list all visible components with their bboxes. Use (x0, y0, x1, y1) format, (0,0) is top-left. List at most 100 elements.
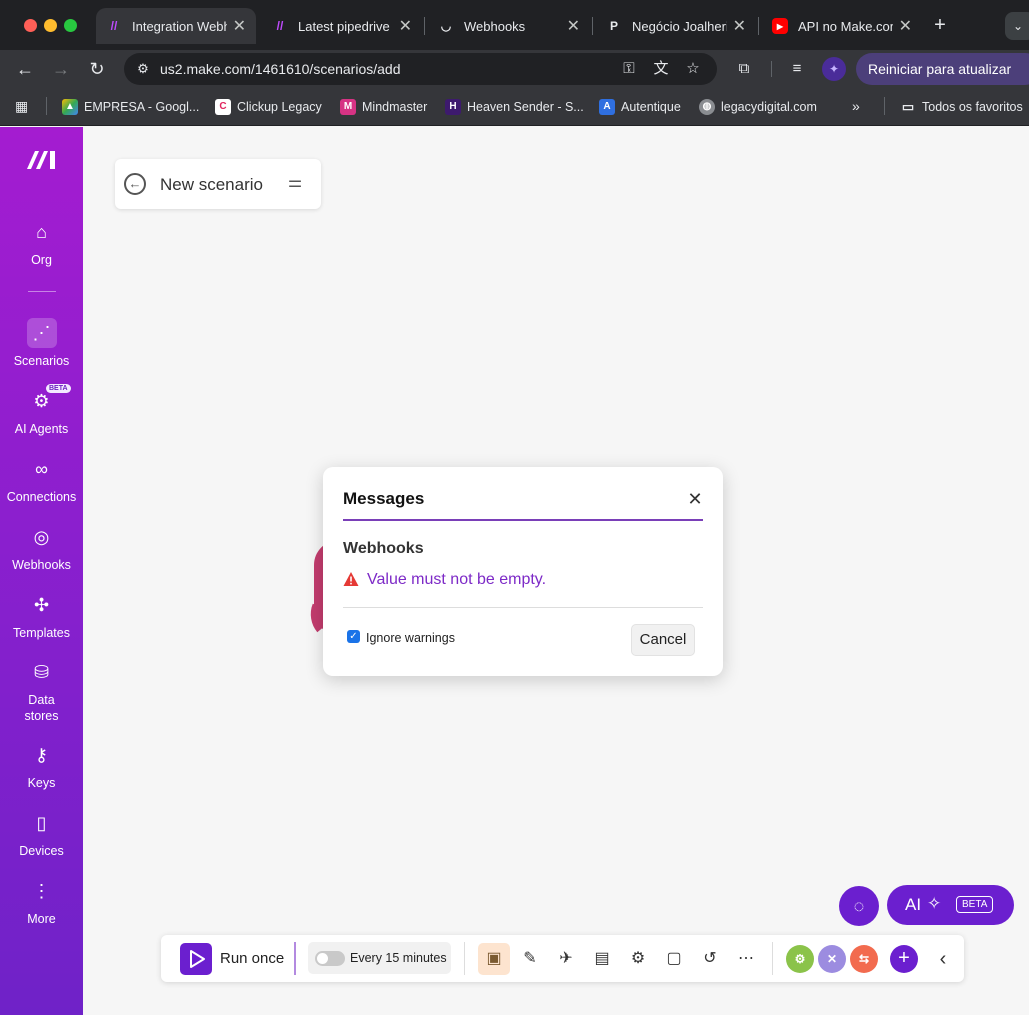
bookmark-autentique[interactable]: A Autentique (599, 97, 681, 117)
browser-tab-bar: // Integration Webh ✕ // Latest pipedriv… (0, 0, 1029, 50)
more-bookmarks-icon[interactable]: » (852, 98, 860, 114)
browser-tab-5[interactable]: ▶ API no Make.com ✕ (762, 8, 922, 44)
globe-icon: ◍ (699, 99, 715, 115)
clickup-icon: C (215, 99, 231, 115)
sidebar-item-label: AI Agents (14, 422, 69, 436)
schedule-control[interactable]: Every 15 minutes (308, 942, 451, 974)
gear-icon[interactable]: ⚙ (622, 943, 654, 975)
link-icon: ∞ (35, 459, 48, 479)
lightbulb-icon[interactable]: ◌ (839, 886, 879, 926)
ignore-warnings-label[interactable]: Ignore warnings (366, 631, 455, 645)
translate-icon[interactable]: 文 (651, 59, 671, 79)
sidebar-item-org[interactable]: ⌂ Org (0, 217, 83, 268)
sliders-icon[interactable]: ⚌ (285, 173, 305, 193)
tab-close-icon[interactable]: ✕ (899, 16, 912, 36)
more-horizontal-icon[interactable]: ⋯ (730, 943, 762, 975)
play-icon (190, 950, 205, 968)
airplane-icon[interactable]: ✈ (550, 943, 582, 975)
schedule-label[interactable]: Every 15 minutes (350, 951, 447, 965)
sidebar-item-templates[interactable]: ✣ Templates (0, 590, 83, 641)
magic-wand-icon[interactable]: ✎ (514, 943, 546, 975)
sparkles-icon: ✧ (927, 894, 942, 913)
site-info-icon[interactable]: ⚙ (132, 58, 154, 80)
star-icon[interactable]: ☆ (683, 59, 703, 79)
bookmark-mindmaster[interactable]: M Mindmaster (340, 97, 427, 117)
warning-message: Value must not be empty. (367, 571, 547, 588)
key-icon[interactable]: ⚿ (619, 59, 639, 79)
sidebar-item-devices[interactable]: ▯ Devices (0, 808, 83, 859)
make-logo-icon[interactable] (27, 147, 59, 173)
back-circle-icon[interactable]: ← (124, 173, 146, 195)
all-bookmarks-folder[interactable]: ▭ Todos os favoritos (900, 97, 1023, 117)
browser-tab-2[interactable]: // Latest pipedrive ✕ (262, 8, 422, 44)
ai-button-label: AI (905, 895, 922, 914)
tab-close-icon[interactable]: ✕ (233, 16, 246, 36)
forward-arrow-icon[interactable]: → (50, 58, 72, 80)
sidebar-item-more[interactable]: ⋮ More (0, 876, 83, 927)
reload-icon[interactable]: ↻ (86, 58, 108, 80)
gear-app-icon[interactable]: ⚙ (786, 945, 814, 973)
run-once-label[interactable]: Run once (220, 950, 284, 967)
device-io-icon[interactable]: ▤ (586, 943, 618, 975)
bookmark-separator (884, 97, 885, 115)
tab-close-icon[interactable]: ✕ (567, 16, 580, 36)
apps-grid-icon[interactable]: ▦ (15, 98, 31, 114)
window-maximize-button[interactable] (64, 19, 77, 32)
tab-separator (758, 17, 759, 35)
tab-close-icon[interactable]: ✕ (733, 16, 746, 36)
window-minimize-button[interactable] (44, 19, 57, 32)
sidebar-item-label: Scenarios (13, 354, 70, 368)
sidebar-item-connections[interactable]: ∞ Connections (0, 454, 83, 505)
address-bar[interactable]: ⚙ us2.make.com/1461610/scenarios/add ⚿ 文… (124, 53, 717, 85)
bookmark-clickup[interactable]: C Clickup Legacy (215, 97, 322, 117)
flow-control-icon[interactable]: ⇆ (850, 945, 878, 973)
dialog-title-underline (343, 519, 703, 521)
database-icon: ⛁ (33, 662, 50, 682)
pipedrive-logo-icon: P (609, 19, 618, 33)
tools-app-icon[interactable]: ✕ (818, 945, 846, 973)
bookmark-empresa[interactable]: ▲ EMPRESA - Googl... (62, 97, 199, 117)
phone-icon: ▯ (36, 813, 47, 833)
back-arrow-icon[interactable]: ← (14, 58, 36, 80)
sidebar-item-scenarios[interactable]: ⋰ Scenarios (0, 318, 83, 369)
sidebar-item-data-stores[interactable]: ⛁ Data stores (0, 657, 83, 724)
update-button[interactable]: Reiniciar para atualizar (856, 53, 1029, 85)
media-controls-icon[interactable]: ≡ (786, 58, 808, 80)
mindmaster-icon: M (340, 99, 356, 115)
sidebar-item-keys[interactable]: ⚷ Keys (0, 740, 83, 791)
browser-tab-3[interactable]: ◡ Webhooks ✕ (428, 8, 590, 44)
undo-icon[interactable]: ↺ (694, 943, 726, 975)
bookmark-legacydigital[interactable]: ◍ legacydigital.com (699, 97, 817, 117)
scenario-name[interactable]: New scenario (160, 175, 263, 195)
bookmark-label: Clickup Legacy (237, 100, 322, 114)
ai-assistant-button[interactable]: AI ✧ BETA (887, 885, 1014, 925)
browser-tab-4[interactable]: P Negócio Joalheri ✕ (596, 8, 756, 44)
all-bookmarks-label: Todos os favoritos (922, 100, 1023, 114)
chevron-left-icon[interactable]: ‹ (932, 947, 954, 971)
new-tab-button[interactable]: + (928, 13, 952, 37)
bookmark-heaven-sender[interactable]: H Heaven Sender - S... (445, 97, 584, 117)
tab-search-button[interactable]: ⌄ (1005, 12, 1029, 40)
scenario-header-card: ← New scenario ⚌ (115, 159, 321, 209)
extensions-icon[interactable]: ⧉ (733, 58, 755, 80)
sidebar-item-webhooks[interactable]: ◎ Webhooks (0, 522, 83, 573)
save-icon[interactable]: ▣ (478, 943, 510, 975)
ignore-warnings-checkbox[interactable]: ✓ (347, 630, 360, 643)
browser-toolbar: ← → ↻ ⚙ us2.make.com/1461610/scenarios/a… (0, 50, 1029, 88)
sidebar-divider (28, 291, 56, 292)
add-module-button[interactable]: + (890, 945, 918, 973)
more-vertical-icon: ⋮ (32, 881, 51, 901)
tab-separator (592, 17, 593, 35)
cancel-button[interactable]: Cancel (631, 624, 695, 656)
window-close-button[interactable] (24, 19, 37, 32)
globe-icon: ◎ (33, 527, 50, 547)
profile-avatar[interactable]: ✦ (822, 57, 846, 81)
run-once-button[interactable] (180, 943, 212, 975)
close-icon[interactable]: ✕ (685, 489, 705, 509)
sidebar-item-ai-agents[interactable]: ⚙ BETA AI Agents (0, 384, 83, 437)
tab-close-icon[interactable]: ✕ (399, 16, 412, 36)
schedule-toggle[interactable] (315, 951, 345, 966)
browser-tab-1[interactable]: // Integration Webh ✕ (96, 8, 256, 44)
scenario-bottom-toolbar: Run once Every 15 minutes ▣ ✎ ✈ ▤ ⚙ ▢ ↺ … (161, 935, 964, 982)
note-icon[interactable]: ▢ (658, 943, 690, 975)
